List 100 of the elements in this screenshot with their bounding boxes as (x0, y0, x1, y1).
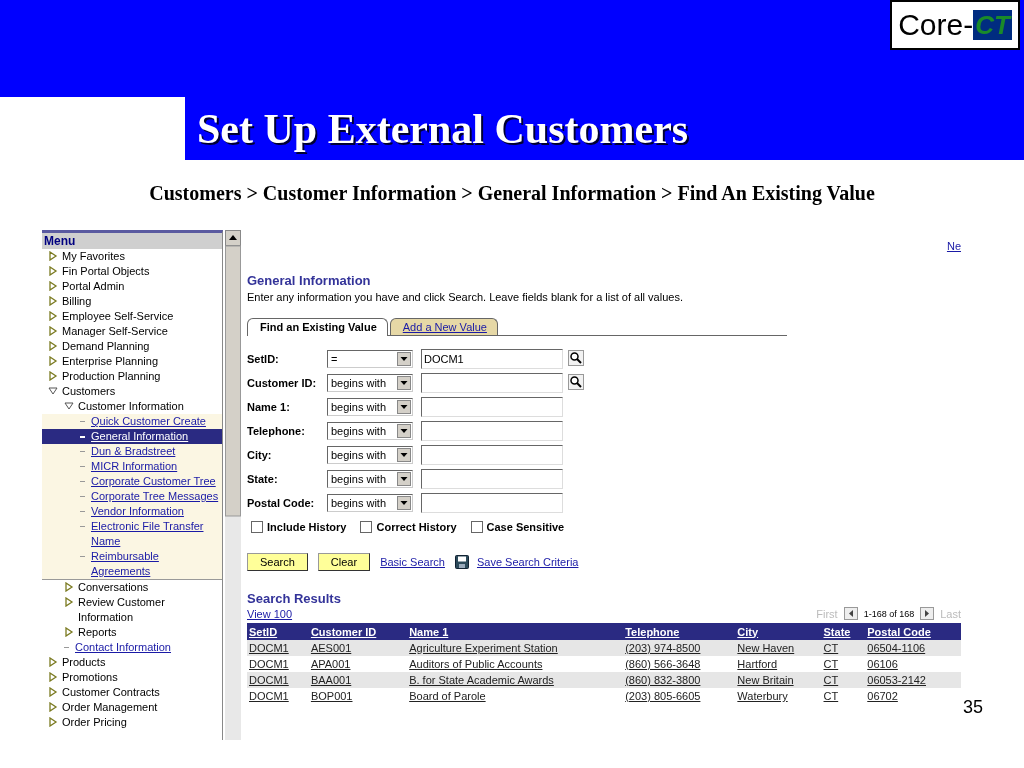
table-cell[interactable]: New Haven (735, 640, 822, 656)
column-header[interactable]: Telephone (623, 623, 736, 640)
table-cell[interactable]: Board of Parole (407, 688, 624, 704)
menu-folder[interactable]: Review Customer Information (78, 595, 220, 625)
column-header[interactable]: State (821, 623, 866, 640)
menu-link[interactable]: Electronic File Transfer Name (91, 519, 220, 549)
table-cell[interactable]: Waterbury (735, 688, 822, 704)
column-header[interactable]: Name 1 (407, 623, 624, 640)
table-cell[interactable]: (203) 974-8500 (623, 640, 736, 656)
menu-link[interactable]: Corporate Tree Messages (91, 489, 219, 504)
menu-folder[interactable]: Customers (62, 384, 116, 399)
tab[interactable]: Add a New Value (389, 318, 498, 335)
action-button[interactable]: Search (247, 553, 308, 571)
table-cell[interactable]: CT (821, 640, 866, 656)
menu-folder[interactable]: Customer Contracts (62, 685, 160, 700)
checkbox[interactable] (470, 521, 483, 533)
menu-folder[interactable]: Customer Information (78, 399, 184, 414)
checkbox[interactable] (360, 521, 373, 533)
menu-link[interactable]: Contact Information (75, 640, 171, 655)
menu-folder[interactable]: Enterprise Planning (62, 354, 158, 369)
logo: Core-CT (890, 0, 1020, 50)
menu-header: Menu (42, 233, 222, 249)
input-field[interactable] (421, 421, 563, 441)
field-label: Name 1: (247, 401, 291, 413)
table-cell[interactable]: B. for State Academic Awards (407, 672, 624, 688)
operator-dropdown[interactable]: begins with (327, 470, 413, 488)
menu-folder[interactable]: Conversations (78, 580, 149, 595)
table-cell[interactable]: Auditors of Public Accounts (407, 656, 624, 672)
operator-dropdown[interactable]: begins with (327, 374, 413, 392)
link[interactable]: View 100 (247, 607, 293, 620)
input-field[interactable] (421, 493, 563, 513)
input-field[interactable] (421, 397, 563, 417)
menu-folder[interactable]: My Favorites (62, 249, 125, 264)
table-cell[interactable]: DOCM1 (247, 672, 309, 688)
menu-folder[interactable]: Manager Self-Service (62, 324, 168, 339)
input-field[interactable] (421, 469, 563, 489)
menu-link[interactable]: MICR Information (91, 459, 178, 474)
table-cell[interactable]: DOCM1 (247, 656, 309, 672)
operator-dropdown[interactable]: = (327, 350, 413, 368)
menu-link[interactable]: Quick Customer Create (91, 414, 206, 429)
breadcrumb: Customers > Customer Information > General Information > Find An Existing Value (149, 182, 875, 207)
table-cell[interactable]: APA001 (308, 656, 408, 672)
table-cell[interactable]: Agriculture Experiment Station (407, 640, 624, 656)
operator-dropdown[interactable]: begins with (327, 446, 413, 464)
table-cell[interactable]: (860) 832-3800 (623, 672, 736, 688)
table-cell[interactable]: AES001 (308, 640, 408, 656)
tab[interactable]: Find an Existing Value (247, 318, 388, 336)
menu-folder[interactable]: Fin Portal Objects (62, 264, 150, 279)
column-header[interactable]: City (735, 623, 822, 640)
checkbox-label: Include History (267, 521, 347, 533)
menu-folder[interactable]: Demand Planning (62, 339, 150, 354)
table-cell[interactable]: CT (821, 656, 866, 672)
menu-folder[interactable]: Production Planning (62, 369, 161, 384)
menu-link[interactable]: Corporate Customer Tree (91, 474, 216, 489)
menu-folder[interactable]: Employee Self-Service (62, 309, 174, 324)
table-cell[interactable]: CT (821, 672, 866, 688)
table-cell[interactable]: 06106 (865, 656, 961, 672)
link[interactable]: Save Search Criteria (476, 556, 579, 568)
instructions: Enter any information you have and click Search. Leave fields blank for a list of all values. (247, 291, 684, 303)
input-field[interactable]: DOCM1 (421, 349, 563, 369)
table-cell[interactable]: 06053-2142 (865, 672, 961, 688)
column-header[interactable]: Postal Code (865, 623, 961, 640)
table-cell[interactable]: BOP001 (308, 688, 408, 704)
menu-folder[interactable]: Portal Admin (62, 279, 125, 294)
menu-link[interactable]: Vendor Information (91, 504, 184, 519)
link[interactable]: Ne (946, 240, 961, 256)
save-icon (454, 555, 469, 569)
link[interactable]: Basic Search (380, 556, 445, 568)
operator-dropdown[interactable]: begins with (327, 398, 413, 416)
table-cell[interactable]: 06504-1106 (865, 640, 961, 656)
menu-folder[interactable]: Order Pricing (62, 715, 127, 730)
field-label: Customer ID: (247, 377, 318, 389)
menu-folder[interactable]: Reports (78, 625, 117, 640)
menu-link[interactable]: Dun & Bradstreet (91, 444, 176, 459)
checkbox[interactable] (251, 521, 263, 533)
operator-dropdown[interactable]: begins with (327, 422, 413, 440)
action-button[interactable]: Clear (317, 553, 371, 571)
table-cell[interactable]: Hartford (735, 656, 822, 672)
page-heading: General Information (247, 273, 372, 288)
input-field[interactable] (421, 445, 563, 465)
column-header[interactable]: SetID (247, 623, 309, 640)
menu-folder[interactable]: Billing (62, 294, 92, 309)
table-cell[interactable]: DOCM1 (247, 640, 309, 656)
menu-folder[interactable]: Products (62, 655, 106, 670)
menu-folder[interactable]: Order Management (62, 700, 158, 715)
table-cell[interactable]: (203) 805-6605 (623, 688, 736, 704)
table-cell[interactable]: BAA001 (308, 672, 408, 688)
table-cell[interactable]: DOCM1 (247, 688, 309, 704)
field-label: SetID: (247, 353, 280, 365)
pager-range: 1-168 of 168 (863, 608, 915, 619)
table-cell[interactable]: 06702 (865, 688, 961, 704)
column-header[interactable]: Customer ID (308, 623, 408, 640)
menu-folder[interactable]: Promotions (62, 670, 118, 685)
table-cell[interactable]: New Britain (735, 672, 822, 688)
operator-dropdown[interactable]: begins with (327, 494, 413, 512)
table-cell[interactable]: CT (821, 688, 866, 704)
menu-link[interactable]: Reimbursable Agreements (91, 549, 220, 579)
table-cell[interactable]: (860) 566-3648 (623, 656, 736, 672)
field-label: Telephone: (247, 425, 306, 437)
input-field[interactable] (421, 373, 563, 393)
